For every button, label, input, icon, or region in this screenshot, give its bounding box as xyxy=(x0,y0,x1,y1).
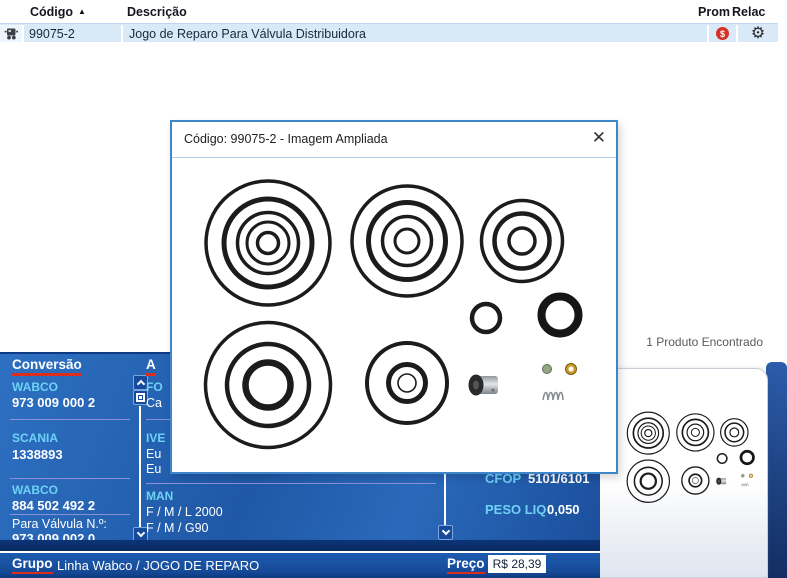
repair-kit-image xyxy=(185,163,615,473)
dialog-title: Código: 99075-2 - Imagem Ampliada xyxy=(184,132,388,146)
app-window: Código▲ Descrição Prom Relac 99075-2 Jog… xyxy=(0,0,787,578)
sort-asc-icon: ▲ xyxy=(78,7,86,16)
descricao-cell: Jogo de Reparo Para Válvula Distribuidor… xyxy=(123,25,707,42)
panel-backdrop xyxy=(766,362,787,578)
part-code: 1338893 xyxy=(12,447,63,462)
brand-label: WABCO xyxy=(12,380,58,394)
row-type-cell xyxy=(0,25,22,42)
divider xyxy=(10,514,130,515)
divider xyxy=(10,478,130,479)
aplicacao-title: A xyxy=(146,357,156,376)
grupo-label: Grupo xyxy=(12,556,53,574)
brand-label: WABCO xyxy=(12,483,58,497)
table-row[interactable]: 99075-2 Jogo de Reparo Para Válvula Dist… xyxy=(0,23,778,42)
brand-label: MAN xyxy=(146,489,173,503)
codigo-cell: 99075-2 xyxy=(24,25,121,42)
promotion-icon[interactable]: $ xyxy=(716,27,729,40)
results-count: 1 Produto Encontrado xyxy=(646,335,763,349)
model-label: F / M / G90 xyxy=(146,521,209,535)
model-label: Ca xyxy=(146,396,162,410)
divider xyxy=(146,483,436,484)
prom-cell: $ xyxy=(709,25,736,42)
conversao-title: Conversão xyxy=(12,357,82,376)
column-header-prom[interactable]: Prom xyxy=(698,5,730,19)
relac-cell: ⚙ xyxy=(738,25,778,42)
brand-label: FO xyxy=(146,380,163,394)
product-thumbnail-image[interactable] xyxy=(620,406,766,511)
panel-bottom-edge xyxy=(0,540,600,551)
dialog-titlebar[interactable]: Código: 99075-2 - Imagem Ampliada ✕ xyxy=(172,122,616,158)
related-parts-icon[interactable]: ⚙ xyxy=(751,26,765,42)
part-code: 973 009 000 2 xyxy=(12,395,95,410)
model-label: Eu xyxy=(146,462,161,476)
image-preview-dialog: Código: 99075-2 - Imagem Ampliada ✕ xyxy=(170,120,618,474)
truck-icon xyxy=(4,27,19,40)
peso-liq-value: 0,050 xyxy=(547,502,580,517)
column-header-codigo[interactable]: Código▲ xyxy=(30,5,86,19)
part-code: 884 502 492 2 xyxy=(12,498,95,513)
column-header-relac[interactable]: Relac xyxy=(732,5,765,19)
part-code: 973 009 002 0 xyxy=(12,531,95,540)
footer-bar: Grupo Linha Wabco / JOGO DE REPARO Preço… xyxy=(0,553,600,578)
scrollbar-track[interactable] xyxy=(139,406,141,527)
brand-label: IVE xyxy=(146,431,165,445)
price-value: R$ 28,39 xyxy=(488,555,546,573)
valve-number-label: Para Válvula N.º: xyxy=(12,517,107,531)
scroll-down-button[interactable] xyxy=(438,525,453,540)
peso-liq-label: PESO LIQ xyxy=(485,502,546,517)
brand-label: SCANIA xyxy=(12,431,58,445)
model-label: Eu xyxy=(146,447,161,461)
column-header-descricao[interactable]: Descrição xyxy=(127,5,187,19)
model-label: F / M / L 2000 xyxy=(146,505,223,519)
close-icon[interactable]: ✕ xyxy=(592,128,606,148)
preco-label: Preço xyxy=(447,556,485,574)
divider xyxy=(10,419,130,420)
grupo-value: Linha Wabco / JOGO DE REPARO xyxy=(57,558,259,573)
